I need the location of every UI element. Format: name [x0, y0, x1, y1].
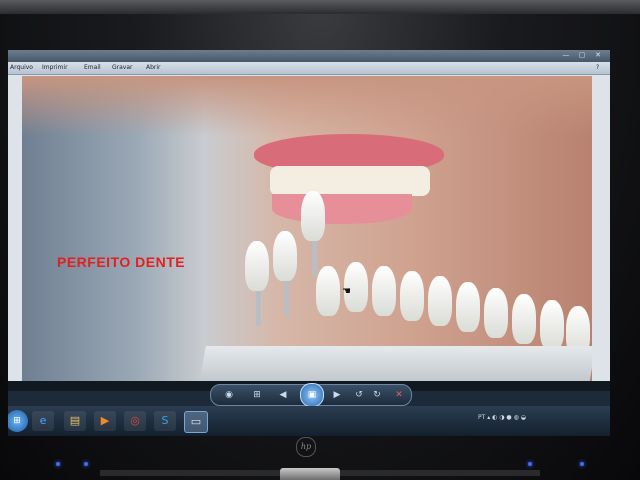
- lower-lip: [272, 194, 412, 224]
- slideshow-play-icon[interactable]: ▣: [300, 383, 324, 407]
- status-led-icon: [528, 462, 532, 466]
- photo-viewer-taskbar-icon[interactable]: ▭: [184, 411, 208, 433]
- face-skin: [22, 76, 592, 136]
- internet-explorer-icon[interactable]: e: [32, 411, 54, 431]
- shade-stem: [256, 286, 261, 326]
- taskbar: ⊞ e ▤ ▶ ◎ S ▭ PT ▴ ◐ ◑ ● ◍ ◒: [8, 406, 610, 436]
- shade-stem: [284, 276, 289, 316]
- chrome-icon[interactable]: ◎: [124, 411, 146, 431]
- start-button-icon[interactable]: ⊞: [8, 410, 28, 432]
- rotate-left-icon[interactable]: ↺: [351, 387, 367, 403]
- image-viewer: PERFEITO DENTE ☚: [8, 75, 610, 391]
- media-player-icon[interactable]: ▶: [94, 411, 116, 431]
- help-icon[interactable]: ?: [596, 63, 599, 73]
- previous-icon[interactable]: ◀: [275, 387, 291, 403]
- shade-tab: [372, 266, 396, 316]
- language-indicator[interactable]: PT: [478, 414, 485, 421]
- skype-icon[interactable]: S: [154, 411, 176, 431]
- status-led-icon: [56, 462, 60, 466]
- overlay-caption: PERFEITO DENTE: [57, 254, 186, 270]
- shade-tab: [540, 300, 564, 350]
- shade-tab: [245, 241, 269, 291]
- close-icon[interactable]: ✕: [592, 51, 604, 60]
- menu-item-email[interactable]: Email: [84, 63, 101, 73]
- dental-photo[interactable]: PERFEITO DENTE ☚: [22, 76, 592, 390]
- teeth: [270, 166, 430, 196]
- shade-tab: [456, 282, 480, 332]
- menu-item-abrir[interactable]: Abrir: [146, 63, 161, 73]
- shade-stem: [312, 236, 317, 276]
- next-icon[interactable]: ▶: [329, 387, 345, 403]
- menu-item-imprimir[interactable]: Imprimir: [42, 63, 68, 73]
- screen: — ▢ ✕ Arquivo Imprimir Email Gravar Abri…: [8, 50, 610, 436]
- rotate-right-icon[interactable]: ↻: [369, 387, 385, 403]
- shade-tab: [301, 191, 325, 241]
- file-explorer-icon[interactable]: ▤: [64, 411, 86, 431]
- menu-item-arquivo[interactable]: Arquivo: [10, 63, 33, 73]
- viewer-controls: ◉ ⊞ ◀ ▣ ▶ ↺ ↻ ✕: [210, 383, 412, 407]
- fit-icon[interactable]: ⊞: [249, 387, 265, 403]
- laptop-hinge: [280, 468, 340, 480]
- delete-icon[interactable]: ✕: [391, 387, 407, 403]
- system-tray: PT ▴ ◐ ◑ ● ◍ ◒: [478, 414, 526, 421]
- shade-tab: [316, 266, 340, 316]
- minimize-icon[interactable]: —: [560, 51, 572, 60]
- menu-item-gravar[interactable]: Gravar: [112, 63, 133, 73]
- maximize-icon[interactable]: ▢: [576, 51, 588, 60]
- status-led-icon: [580, 462, 584, 466]
- laptop-lid-edge: [0, 0, 640, 14]
- hand-cursor-icon: ☚: [342, 286, 351, 297]
- view-icon[interactable]: ◉: [221, 387, 237, 403]
- shade-tab: [484, 288, 508, 338]
- hp-logo-icon: hp: [296, 437, 316, 457]
- status-led-icon: [84, 462, 88, 466]
- window-titlebar: — ▢ ✕: [8, 50, 610, 62]
- shade-tab: [400, 271, 424, 321]
- shade-tab: [428, 276, 452, 326]
- menu-bar: Arquivo Imprimir Email Gravar Abrir ?: [8, 62, 610, 75]
- tray-icons[interactable]: ▴ ◐ ◑ ● ◍ ◒: [487, 414, 526, 421]
- shade-tab: [512, 294, 536, 344]
- shade-tab: [273, 231, 297, 281]
